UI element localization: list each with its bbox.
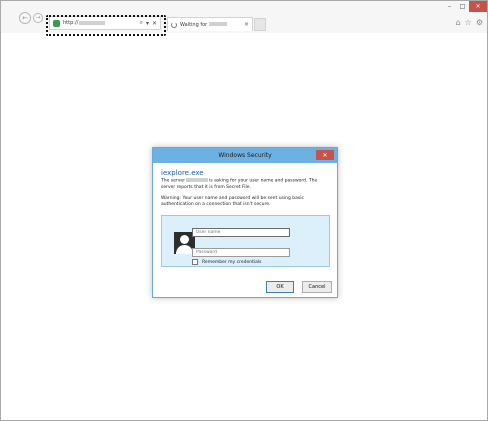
avatar-body (176, 245, 193, 254)
loading-spinner-icon (171, 21, 177, 28)
toolbar-icons: ⌂ ☆ ⚙ (456, 18, 483, 27)
address-bar-focus-ring (46, 15, 166, 36)
window-close-button[interactable]: ✕ (469, 1, 487, 12)
avatar-head (180, 235, 189, 244)
dialog-titlebar: Windows Security ✕ (153, 148, 337, 163)
back-arrow-icon: ← (22, 13, 28, 22)
cancel-button[interactable]: Cancel (302, 281, 332, 293)
redacted-server (186, 178, 209, 182)
maximize-button[interactable]: □ (456, 1, 469, 12)
favorites-icon[interactable]: ☆ (465, 18, 472, 27)
window-controls: – □ ✕ (443, 1, 487, 12)
new-tab-button[interactable] (254, 18, 266, 31)
forward-arrow-icon: → (35, 14, 41, 21)
ok-button[interactable]: OK (266, 281, 294, 293)
tab-label: Waiting for (180, 22, 228, 28)
dialog-body: iexplore.exe The server is asking for you… (153, 163, 337, 208)
remember-checkbox[interactable] (192, 259, 198, 265)
windows-security-dialog: Windows Security ✕ iexplore.exe The serv… (152, 147, 338, 298)
security-warning: Warning: Your user name and password wil… (161, 195, 304, 207)
dialog-title: Windows Security (218, 152, 272, 159)
password-input[interactable] (192, 248, 290, 257)
app-name: iexplore.exe (161, 169, 204, 177)
remember-credentials[interactable]: Remember my credentials (192, 259, 261, 265)
home-icon[interactable]: ⌂ (456, 18, 461, 27)
tab-close-icon[interactable]: × (244, 21, 249, 28)
username-input[interactable] (192, 228, 290, 237)
back-button[interactable]: ← (19, 12, 31, 24)
auth-message: The server is asking for your user name a… (161, 178, 318, 190)
tab-loading[interactable]: Waiting for × (167, 17, 253, 31)
minimize-button[interactable]: – (443, 1, 456, 12)
browser-toolbar: ← → http:// ⌕ ▾ ✕ Waiting for × – □ ✕ ⌂ … (1, 1, 487, 36)
credential-panel: Remember my credentials (161, 215, 330, 267)
redacted-host (209, 22, 228, 26)
forward-button[interactable]: → (33, 13, 43, 23)
dialog-close-button[interactable]: ✕ (316, 150, 334, 160)
browser-window: ← → http:// ⌕ ▾ ✕ Waiting for × – □ ✕ ⌂ … (0, 0, 488, 421)
settings-gear-icon[interactable]: ⚙ (476, 18, 483, 27)
remember-label: Remember my credentials (202, 259, 262, 265)
